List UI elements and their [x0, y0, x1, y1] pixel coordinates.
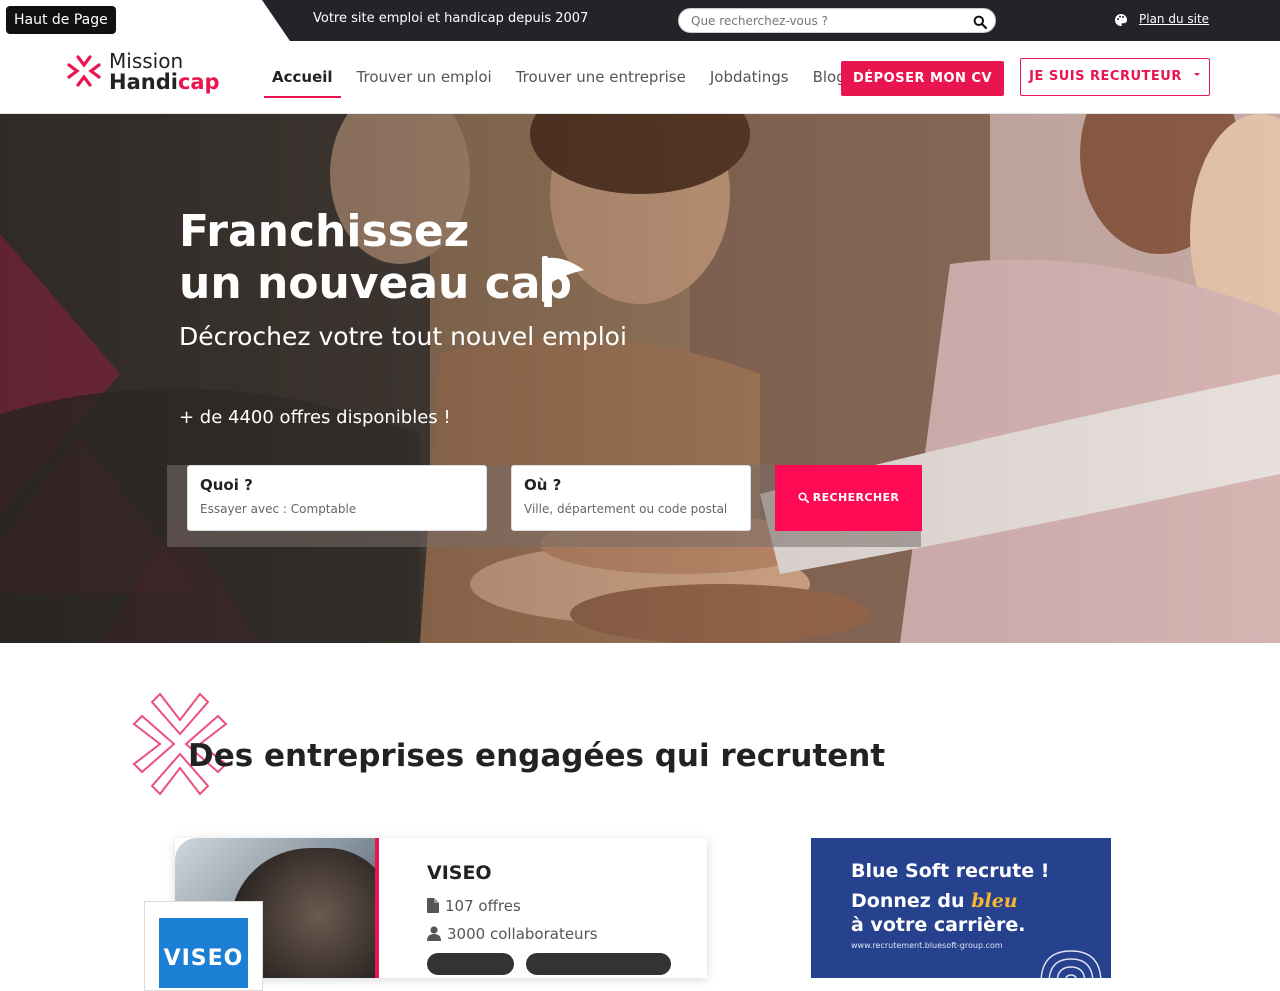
hero-subtitle: Décrochez votre tout nouvel emploi: [179, 322, 627, 351]
logo-text-handi: Handi: [109, 70, 178, 94]
staff-count-text: 3000 collaborateurs: [447, 925, 598, 943]
tagline: Votre site emploi et handicap depuis 200…: [313, 11, 589, 26]
ad-line2-text: Donnez du: [851, 890, 972, 912]
hero-overlay: [0, 114, 1280, 643]
logo-text-cap: cap: [177, 70, 220, 94]
what-label: Quoi ?: [200, 476, 253, 494]
document-icon: [427, 898, 439, 913]
hero-banner: Franchissez un nouveau cap Décrochez vot…: [0, 114, 1280, 643]
ad-line2: Donnez du bleu: [851, 890, 1018, 912]
company-offers: 107 offres: [427, 897, 521, 915]
user-icon: [427, 926, 441, 941]
ad-url: www.recrutement.bluesoft-group.com: [851, 941, 1003, 950]
logo-text-handicap: Handicap: [109, 70, 220, 94]
top-bar: Haut de Page Votre site emploi et handic…: [0, 0, 1280, 41]
ad-title: Blue Soft recrute !: [851, 860, 1050, 882]
palette-icon[interactable]: [1114, 12, 1128, 26]
hero-title-line1: Franchissez: [179, 206, 470, 257]
search-icon[interactable]: [973, 14, 988, 30]
top-search-box: [678, 8, 996, 33]
fingerprint-decoration: [1040, 950, 1102, 978]
offers-count-text: 107 offres: [445, 897, 521, 915]
job-search-panel: Quoi ? Où ? RECHERCHER: [167, 465, 922, 547]
site-logo[interactable]: Mission Handicap: [66, 47, 220, 97]
recruiter-dropdown-button[interactable]: JE SUIS RECRUTEUR: [1020, 58, 1210, 96]
main-nav: Accueil Trouver un emploi Trouver une en…: [264, 41, 862, 114]
company-card[interactable]: VISEO VISEO 107 offres 3000 collaborateu…: [144, 838, 707, 991]
skip-to-top-link[interactable]: Haut de Page: [6, 6, 116, 34]
search-button-label: RECHERCHER: [812, 491, 900, 504]
nav-item-trouver-emploi[interactable]: Trouver un emploi: [349, 41, 500, 98]
company-staff: 3000 collaborateurs: [427, 925, 598, 943]
bluesoft-ad-banner[interactable]: Blue Soft recrute ! Donnez du bleu à vot…: [811, 838, 1111, 978]
caret-down-icon: [1193, 73, 1200, 76]
main-header: Mission Handicap Accueil Trouver un empl…: [0, 41, 1280, 114]
company-tag[interactable]: [526, 953, 671, 975]
what-input[interactable]: [200, 502, 470, 516]
ad-line3: à votre carrière.: [851, 914, 1026, 936]
where-field[interactable]: Où ?: [511, 465, 751, 531]
company-logo-text: VISEO: [159, 918, 248, 988]
ad-line2-script: bleu: [971, 890, 1018, 912]
flag-icon: [542, 256, 584, 302]
section-title: Des entreprises engagées qui recrutent: [188, 738, 886, 774]
logo-mark-icon: [67, 55, 101, 87]
company-tag[interactable]: [427, 953, 514, 975]
what-field[interactable]: Quoi ?: [187, 465, 487, 531]
where-label: Où ?: [524, 476, 562, 494]
deposit-cv-button[interactable]: DÉPOSER MON CV: [841, 61, 1004, 96]
hero-title-line2: un nouveau cap: [179, 258, 572, 309]
offers-count: + de 4400 offres disponibles !: [179, 407, 451, 428]
search-icon: [798, 492, 809, 504]
hero-title: Franchissez un nouveau cap: [179, 206, 572, 310]
company-name[interactable]: VISEO: [427, 862, 492, 884]
search-submit-button[interactable]: RECHERCHER: [775, 465, 922, 531]
nav-item-accueil[interactable]: Accueil: [264, 41, 341, 98]
nav-item-jobdatings[interactable]: Jobdatings: [702, 41, 797, 98]
sitemap-link[interactable]: Plan du site: [1139, 12, 1209, 26]
top-search-input[interactable]: [679, 9, 959, 32]
company-logo: VISEO: [144, 901, 263, 991]
recruiter-button-label: JE SUIS RECRUTEUR: [1029, 69, 1182, 84]
nav-item-trouver-entreprise[interactable]: Trouver une entreprise: [508, 41, 694, 98]
where-input[interactable]: [524, 502, 739, 516]
